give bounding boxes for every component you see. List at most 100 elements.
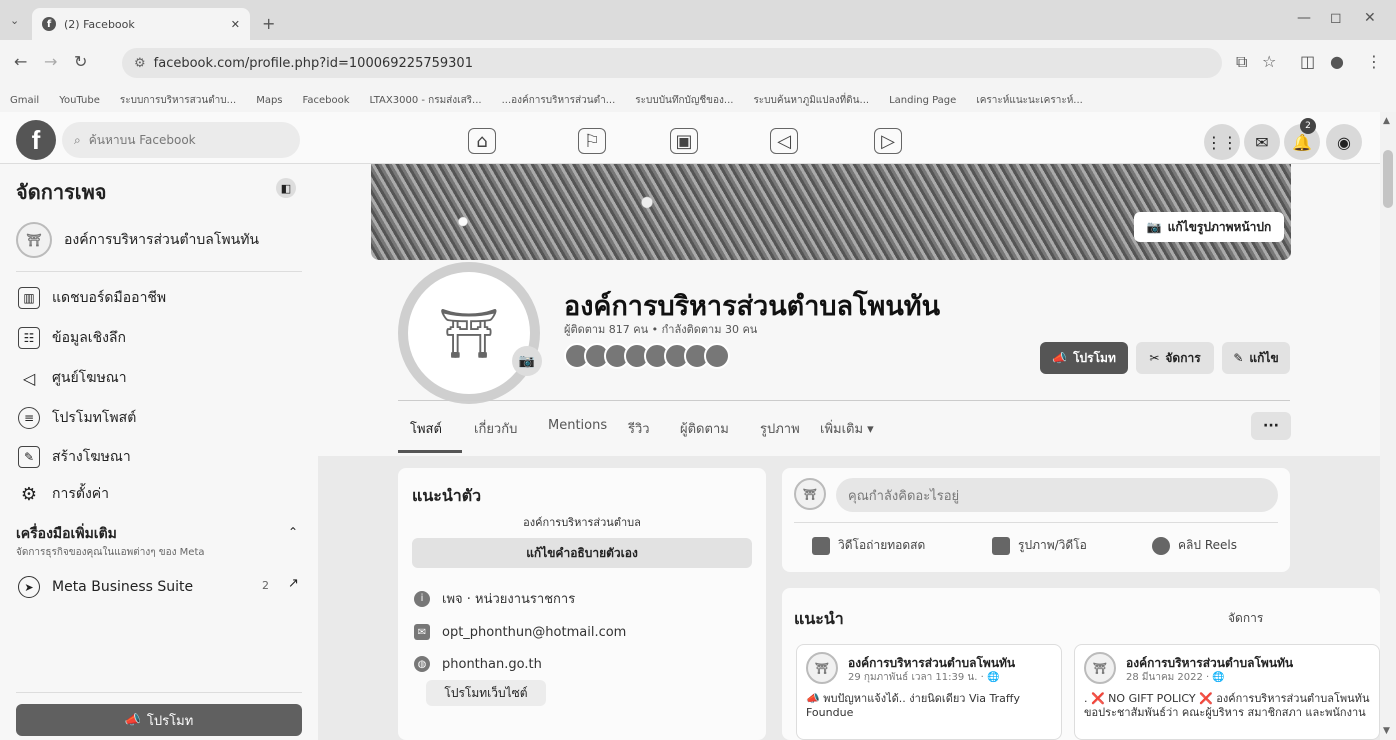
reload-icon[interactable]: ↻ — [74, 52, 87, 71]
sidebar-collapse-icon[interactable]: ◧ — [276, 178, 296, 198]
tab-about[interactable]: เกี่ยวกับ — [474, 418, 517, 439]
live-video-button[interactable]: วิดีโอถ่ายทอดสด — [812, 536, 925, 555]
bookmark-star-icon[interactable]: ☆ — [1262, 52, 1276, 71]
follower-avatar — [704, 343, 730, 369]
scroll-down-icon[interactable]: ▼ — [1383, 726, 1390, 736]
edit-bio-button[interactable]: แก้ไขคำอธิบายตัวเอง — [412, 538, 752, 568]
new-tab-icon[interactable]: + — [262, 14, 275, 33]
tab-posts[interactable]: โพสต์ — [410, 418, 442, 439]
tab-mentions[interactable]: Mentions — [548, 418, 607, 433]
bookmark-item[interactable]: ระบบค้นหาภูมิแปลงที่ดิน... — [753, 93, 869, 108]
composer-divider — [794, 522, 1278, 523]
close-window-icon[interactable]: ✕ — [1364, 10, 1376, 26]
intro-email-row[interactable]: ✉ opt_phonthun@hotmail.com — [414, 624, 626, 640]
browser-tab[interactable]: f (2) Facebook ✕ — [32, 8, 250, 40]
manage-label: จัดการ — [1165, 350, 1201, 365]
sidebar-item-label: การตั้งค่า — [52, 486, 110, 502]
tab-photos[interactable]: รูปภาพ — [760, 418, 800, 439]
bookmark-item[interactable]: Maps — [256, 95, 282, 106]
sidebar-item-dashboard[interactable]: ▥ แดชบอร์ดมืออาชีพ — [18, 287, 166, 309]
profile-icon[interactable]: ● — [1330, 52, 1344, 71]
bookmark-item[interactable]: ...องค์การบริหารส่วนตำ... — [502, 93, 616, 108]
back-icon[interactable]: ← — [14, 52, 27, 71]
account-avatar[interactable]: ◉ — [1326, 124, 1362, 160]
meta-business-suite-link[interactable]: ➤ Meta Business Suite — [18, 576, 193, 598]
bookmark-item[interactable]: Landing Page — [889, 95, 956, 106]
intro-email[interactable]: opt_phonthun@hotmail.com — [442, 625, 626, 640]
tab-title: (2) Facebook — [64, 17, 135, 31]
intro-title: แนะนำตัว — [412, 486, 482, 505]
sidebar-item-insights[interactable]: ☷ ข้อมูลเชิงลึก — [18, 327, 126, 349]
composer-input[interactable]: คุณกำลังคิดอะไรอยู่ — [836, 478, 1278, 512]
edit-button[interactable]: ✎ แก้ไข — [1222, 342, 1290, 374]
manage-button[interactable]: ✂ จัดการ — [1136, 342, 1214, 374]
tab-reviews[interactable]: รีวิว — [628, 418, 650, 439]
followers-count[interactable]: ผู้ติดตาม 817 คน • กำลังติดตาม 30 คน — [564, 320, 757, 338]
facebook-search-input[interactable]: ⌕ ค้นหาบน Facebook — [62, 122, 300, 158]
recommended-manage-link[interactable]: จัดการ — [1228, 609, 1263, 628]
post-body: . ❌ NO GIFT POLICY ❌ องค์การบริหารส่วนตำ… — [1084, 692, 1370, 719]
tab-list-icon[interactable]: ⌄ — [10, 14, 19, 27]
ads-nav-icon[interactable]: ◁ — [770, 128, 798, 154]
insights-icon: ☷ — [18, 327, 40, 349]
bookmark-item[interactable]: LTAX3000 - กรมส่งเสริ... — [370, 93, 482, 108]
follower-avatars[interactable] — [564, 343, 730, 369]
bookmark-item[interactable]: ระบบการบริหารสวนตำบ... — [120, 93, 236, 108]
scrollbar-thumb[interactable] — [1383, 150, 1393, 208]
restore-icon[interactable]: ◻ — [1330, 10, 1342, 26]
more-tools-subtitle: จัดการธุรกิจของคุณในแอพต่างๆ ของ Meta — [16, 547, 205, 558]
photo-video-button[interactable]: รูปภาพ/วิดีโอ — [992, 536, 1087, 555]
promote-website-button[interactable]: โปรโมทเว็บไซต์ — [426, 680, 546, 706]
avatar-camera-icon[interactable]: 📷 — [512, 346, 542, 376]
tab-followers[interactable]: ผู้ติดตาม — [680, 418, 729, 439]
bookmark-item[interactable]: Facebook — [303, 95, 350, 106]
facebook-logo-icon[interactable]: f — [16, 120, 56, 160]
more-options-button[interactable]: ··· — [1251, 412, 1291, 440]
sidebar-item-promote-post[interactable]: ≡ โปรโมทโพสต์ — [18, 407, 136, 429]
chevron-up-icon[interactable]: ⌃ — [288, 525, 298, 539]
promote-button[interactable]: 📣 โปรโมท — [1040, 342, 1128, 374]
bookmark-item[interactable]: เคราะห์แนะนะเคราะห์... — [976, 93, 1083, 108]
intro-website-row[interactable]: ◍ phonthan.go.th — [414, 656, 542, 672]
sidebar-item-settings[interactable]: ⚙ การตั้งค่า — [18, 483, 109, 505]
sidebar-promote-button[interactable]: 📣 โปรโมท — [16, 704, 302, 736]
meta-business-suite-icon: ➤ — [18, 576, 40, 598]
messenger-icon[interactable]: ✉ — [1244, 124, 1280, 160]
pencil-icon: ✎ — [1233, 351, 1244, 365]
home-nav-icon[interactable]: ⌂ — [468, 128, 496, 154]
search-placeholder: ค้นหาบน Facebook — [88, 132, 196, 147]
sidebar-item-label: ศูนย์โฆษณา — [52, 370, 127, 386]
search-icon: ⌕ — [74, 132, 81, 147]
close-tab-icon[interactable]: ✕ — [231, 18, 240, 31]
sidebar-divider — [16, 692, 302, 693]
page-emblem-avatar: ⛩ — [1084, 652, 1116, 684]
sidepanel-icon[interactable]: ◫ — [1300, 52, 1315, 71]
reels-button[interactable]: คลิป Reels — [1152, 536, 1237, 555]
post-date[interactable]: 28 มีนาคม 2022 · 🌐 — [1126, 670, 1225, 685]
sidebar-item-create-ad[interactable]: ✎ สร้างโฆษณา — [18, 446, 131, 468]
cast-icon[interactable]: ⧉ — [1236, 52, 1247, 72]
sidebar-item-ad-center[interactable]: ◁ ศูนย์โฆษณา — [18, 367, 127, 389]
menu-grid-icon[interactable]: ⋮⋮ — [1204, 124, 1240, 160]
post-date[interactable]: 29 กุมภาพันธ์ เวลา 11:39 น. · 🌐 — [848, 670, 999, 685]
minimize-icon[interactable]: — — [1297, 10, 1311, 26]
edit-cover-button[interactable]: 📷 แก้ไขรูปภาพหน้าปก — [1134, 212, 1284, 242]
edit-cover-label: แก้ไขรูปภาพหน้าปก — [1167, 219, 1272, 234]
browser-menu-icon[interactable]: ⋮ — [1366, 52, 1382, 71]
intro-website[interactable]: phonthan.go.th — [442, 657, 542, 672]
bookmark-item[interactable]: YouTube — [59, 95, 100, 106]
tab-more[interactable]: เพิ่มเติม ▾ — [820, 418, 874, 439]
profile-avatar[interactable]: ⛩ — [398, 262, 540, 404]
video-nav-icon[interactable]: ▷ — [874, 128, 902, 154]
scroll-up-icon[interactable]: ▲ — [1383, 116, 1390, 126]
bookmark-item[interactable]: Gmail — [10, 95, 39, 106]
bookmark-item[interactable]: ระบบบันทึกบัญชีของ... — [635, 93, 733, 108]
email-icon: ✉ — [414, 624, 430, 640]
meta-business-suite-count: 2 — [262, 579, 269, 592]
marketplace-nav-icon[interactable]: ▣ — [670, 128, 698, 154]
flag-nav-icon[interactable]: ⚐ — [578, 128, 606, 154]
sidebar-page-switcher[interactable]: ⛩ องค์การบริหารส่วนตำบลโพนทัน — [16, 222, 259, 258]
url-field[interactable]: ⚙ facebook.com/profile.php?id=1000692257… — [122, 48, 1222, 78]
forward-icon[interactable]: → — [44, 52, 57, 71]
site-info-icon[interactable]: ⚙ — [134, 56, 146, 71]
